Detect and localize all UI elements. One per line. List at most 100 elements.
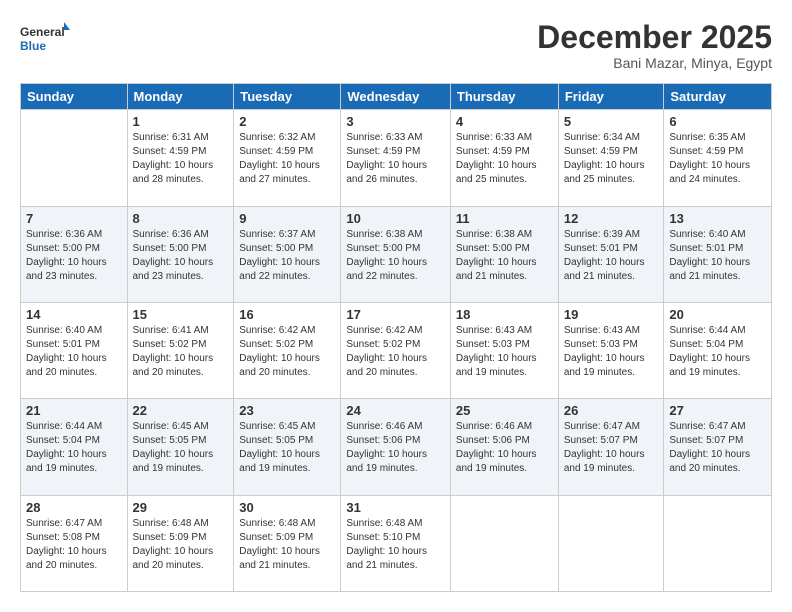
- day-info: Sunrise: 6:48 AM Sunset: 5:09 PM Dayligh…: [239, 517, 335, 573]
- day-info: Sunrise: 6:46 AM Sunset: 5:06 PM Dayligh…: [346, 420, 445, 476]
- header-wednesday: Wednesday: [341, 84, 451, 110]
- calendar-cell: 5 Sunrise: 6:34 AM Sunset: 4:59 PM Daylig…: [558, 110, 664, 206]
- header-tuesday: Tuesday: [234, 84, 341, 110]
- day-number: 12: [564, 211, 659, 226]
- day-info: Sunrise: 6:41 AM Sunset: 5:02 PM Dayligh…: [133, 324, 229, 380]
- day-number: 19: [564, 307, 659, 322]
- day-number: 3: [346, 114, 445, 129]
- day-info: Sunrise: 6:40 AM Sunset: 5:01 PM Dayligh…: [669, 228, 766, 284]
- day-info: Sunrise: 6:44 AM Sunset: 5:04 PM Dayligh…: [26, 420, 122, 476]
- calendar-cell: 10 Sunrise: 6:38 AM Sunset: 5:00 PM Dayli…: [341, 206, 451, 302]
- day-info: Sunrise: 6:44 AM Sunset: 5:04 PM Dayligh…: [669, 324, 766, 380]
- day-number: 21: [26, 403, 122, 418]
- header-saturday: Saturday: [664, 84, 772, 110]
- day-number: 31: [346, 500, 445, 515]
- logo: General Blue: [20, 20, 70, 56]
- day-number: 23: [239, 403, 335, 418]
- day-info: Sunrise: 6:43 AM Sunset: 5:03 PM Dayligh…: [456, 324, 553, 380]
- day-info: Sunrise: 6:47 AM Sunset: 5:08 PM Dayligh…: [26, 517, 122, 573]
- day-number: 15: [133, 307, 229, 322]
- calendar-cell: [558, 495, 664, 591]
- day-info: Sunrise: 6:32 AM Sunset: 4:59 PM Dayligh…: [239, 131, 335, 187]
- day-number: 4: [456, 114, 553, 129]
- calendar-cell: 31 Sunrise: 6:48 AM Sunset: 5:10 PM Dayli…: [341, 495, 451, 591]
- day-info: Sunrise: 6:35 AM Sunset: 4:59 PM Dayligh…: [669, 131, 766, 187]
- header: General Blue December 2025 Bani Mazar, M…: [20, 20, 772, 71]
- location: Bani Mazar, Minya, Egypt: [537, 55, 772, 71]
- day-number: 16: [239, 307, 335, 322]
- calendar-cell: 2 Sunrise: 6:32 AM Sunset: 4:59 PM Daylig…: [234, 110, 341, 206]
- calendar-cell: [664, 495, 772, 591]
- day-info: Sunrise: 6:48 AM Sunset: 5:09 PM Dayligh…: [133, 517, 229, 573]
- header-thursday: Thursday: [450, 84, 558, 110]
- calendar-cell: 16Sunrise: 6:42 AM Sunset: 5:02 PM Dayli…: [234, 302, 341, 398]
- header-friday: Friday: [558, 84, 664, 110]
- day-number: 5: [564, 114, 659, 129]
- calendar-cell: 18 Sunrise: 6:43 AM Sunset: 5:03 PM Dayli…: [450, 302, 558, 398]
- calendar-cell: 15 Sunrise: 6:41 AM Sunset: 5:02 PM Dayli…: [127, 302, 234, 398]
- calendar-cell: 8Sunrise: 6:36 AM Sunset: 5:00 PM Daylig…: [127, 206, 234, 302]
- day-info: Sunrise: 6:38 AM Sunset: 5:00 PM Dayligh…: [456, 228, 553, 284]
- calendar-cell: 26 Sunrise: 6:47 AM Sunset: 5:07 PM Dayli…: [558, 399, 664, 495]
- day-info: Sunrise: 6:42 AM Sunset: 5:02 PM Dayligh…: [346, 324, 445, 380]
- header-sunday: Sunday: [21, 84, 128, 110]
- day-info: Sunrise: 6:45 AM Sunset: 5:05 PM Dayligh…: [133, 420, 229, 476]
- calendar-week-row: 14 Sunrise: 6:40 AM Sunset: 5:01 PM Dayli…: [21, 302, 772, 398]
- calendar-cell: 30 Sunrise: 6:48 AM Sunset: 5:09 PM Dayli…: [234, 495, 341, 591]
- calendar-cell: 25 Sunrise: 6:46 AM Sunset: 5:06 PM Dayli…: [450, 399, 558, 495]
- svg-text:Blue: Blue: [20, 39, 46, 53]
- calendar-cell: 17 Sunrise: 6:42 AM Sunset: 5:02 PM Dayli…: [341, 302, 451, 398]
- day-info: Sunrise: 6:40 AM Sunset: 5:01 PM Dayligh…: [26, 324, 122, 380]
- day-info: Sunrise: 6:48 AM Sunset: 5:10 PM Dayligh…: [346, 517, 445, 573]
- calendar-cell: 12 Sunrise: 6:39 AM Sunset: 5:01 PM Dayli…: [558, 206, 664, 302]
- day-info: Sunrise: 6:39 AM Sunset: 5:01 PM Dayligh…: [564, 228, 659, 284]
- calendar-cell: 11 Sunrise: 6:38 AM Sunset: 5:00 PM Dayli…: [450, 206, 558, 302]
- calendar-table: Sunday Monday Tuesday Wednesday Thursday…: [20, 83, 772, 592]
- day-info: Sunrise: 6:36 AM Sunset: 5:00 PM Dayligh…: [26, 228, 122, 284]
- calendar-cell: 6 Sunrise: 6:35 AM Sunset: 4:59 PM Daylig…: [664, 110, 772, 206]
- calendar-cell: 9 Sunrise: 6:37 AM Sunset: 5:00 PM Daylig…: [234, 206, 341, 302]
- calendar-cell: 29 Sunrise: 6:48 AM Sunset: 5:09 PM Dayli…: [127, 495, 234, 591]
- day-number: 14: [26, 307, 122, 322]
- day-info: Sunrise: 6:47 AM Sunset: 5:07 PM Dayligh…: [564, 420, 659, 476]
- day-info: Sunrise: 6:43 AM Sunset: 5:03 PM Dayligh…: [564, 324, 659, 380]
- calendar-week-row: 21 Sunrise: 6:44 AM Sunset: 5:04 PM Dayli…: [21, 399, 772, 495]
- day-number: 11: [456, 211, 553, 226]
- day-info: Sunrise: 6:34 AM Sunset: 4:59 PM Dayligh…: [564, 131, 659, 187]
- day-info: Sunrise: 6:37 AM Sunset: 5:00 PM Dayligh…: [239, 228, 335, 284]
- day-number: 18: [456, 307, 553, 322]
- calendar-cell: 27Sunrise: 6:47 AM Sunset: 5:07 PM Dayli…: [664, 399, 772, 495]
- day-number: 25: [456, 403, 553, 418]
- calendar-cell: 19 Sunrise: 6:43 AM Sunset: 5:03 PM Dayli…: [558, 302, 664, 398]
- calendar-cell: 3 Sunrise: 6:33 AM Sunset: 4:59 PM Daylig…: [341, 110, 451, 206]
- day-number: 6: [669, 114, 766, 129]
- day-number: 10: [346, 211, 445, 226]
- title-block: December 2025 Bani Mazar, Minya, Egypt: [537, 20, 772, 71]
- day-number: 24: [346, 403, 445, 418]
- logo-svg: General Blue: [20, 20, 70, 56]
- calendar-cell: 23Sunrise: 6:45 AM Sunset: 5:05 PM Dayli…: [234, 399, 341, 495]
- day-number: 9: [239, 211, 335, 226]
- calendar-cell: [450, 495, 558, 591]
- day-number: 13: [669, 211, 766, 226]
- calendar-cell: 21 Sunrise: 6:44 AM Sunset: 5:04 PM Dayli…: [21, 399, 128, 495]
- day-number: 17: [346, 307, 445, 322]
- day-info: Sunrise: 6:31 AM Sunset: 4:59 PM Dayligh…: [133, 131, 229, 187]
- calendar-page: General Blue December 2025 Bani Mazar, M…: [0, 0, 792, 612]
- day-number: 2: [239, 114, 335, 129]
- day-number: 26: [564, 403, 659, 418]
- day-info: Sunrise: 6:38 AM Sunset: 5:00 PM Dayligh…: [346, 228, 445, 284]
- svg-text:General: General: [20, 25, 65, 39]
- calendar-cell: 7Sunrise: 6:36 AM Sunset: 5:00 PM Daylig…: [21, 206, 128, 302]
- calendar-cell: 20Sunrise: 6:44 AM Sunset: 5:04 PM Dayli…: [664, 302, 772, 398]
- month-title: December 2025: [537, 20, 772, 55]
- day-number: 30: [239, 500, 335, 515]
- day-number: 27: [669, 403, 766, 418]
- day-info: Sunrise: 6:33 AM Sunset: 4:59 PM Dayligh…: [456, 131, 553, 187]
- day-number: 8: [133, 211, 229, 226]
- calendar-cell: 14 Sunrise: 6:40 AM Sunset: 5:01 PM Dayli…: [21, 302, 128, 398]
- day-info: Sunrise: 6:33 AM Sunset: 4:59 PM Dayligh…: [346, 131, 445, 187]
- header-monday: Monday: [127, 84, 234, 110]
- day-info: Sunrise: 6:46 AM Sunset: 5:06 PM Dayligh…: [456, 420, 553, 476]
- day-number: 29: [133, 500, 229, 515]
